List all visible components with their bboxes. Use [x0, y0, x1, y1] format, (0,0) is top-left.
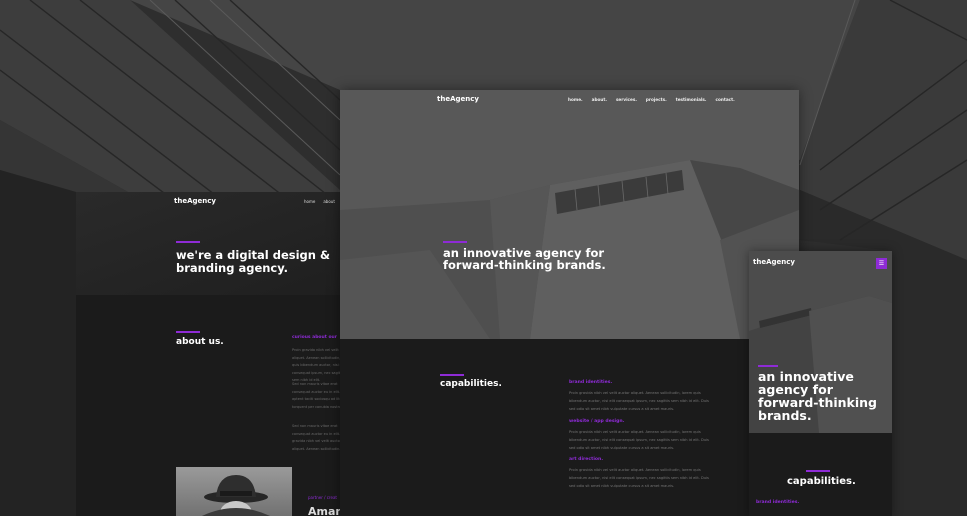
menu-icon[interactable]: ☰ [876, 258, 887, 269]
nav-home[interactable]: home [304, 199, 315, 204]
service-text: Proin gravida nibh vel velit auctor aliq… [569, 391, 709, 411]
nav-testimonials[interactable]: testimonials. [676, 97, 707, 102]
nav-services[interactable]: services. [616, 97, 637, 102]
service-title: art direction. [569, 457, 604, 462]
brand-logo[interactable]: theAgency [437, 95, 479, 103]
person-name: Amand [308, 505, 340, 516]
nav-home[interactable]: home. [568, 97, 583, 102]
building-illustration-icon [340, 160, 799, 339]
service-title: website / app design. [569, 419, 625, 424]
team-photo [176, 467, 292, 516]
nav-projects[interactable]: projects. [646, 97, 667, 102]
section-title: capabilities. [787, 476, 856, 487]
service-title: brand identities. [756, 500, 800, 505]
about-paragraph: Sed non mauris vitae erat consequat auct… [292, 424, 340, 451]
hero-section: theAgency home. about. services. project… [340, 90, 799, 339]
person-silhouette-icon [202, 475, 270, 516]
accent-bar [806, 470, 830, 472]
hero-heading: an innovative agency for forward-thinkin… [758, 369, 877, 423]
hero-heading: an innovative agency for forward-thinkin… [443, 246, 606, 272]
about-paragraph: Proin gravida nibh vel velit auctor aliq… [292, 348, 340, 382]
accent-bar [176, 241, 200, 243]
about-section: about us. curious about our Proin gravid… [76, 295, 340, 516]
about-subheading: curious about our [292, 335, 337, 340]
hero-section: theAgency ☰ an innovative agency for for… [749, 251, 892, 433]
nav-contact[interactable]: contact. [715, 97, 734, 102]
brand-logo[interactable]: theAgency [174, 197, 216, 205]
hero-section: theAgency home about we're a digital des… [76, 192, 340, 295]
service-item: brand identities. Proin gravida nibh vel… [569, 380, 709, 413]
service-text: Proin gravida nibh vel velit auctor aliq… [569, 430, 709, 450]
service-text: Proin gravida nibh vel velit auctor aliq… [569, 468, 709, 488]
mobile-mockup: theAgency ☰ an innovative agency for for… [749, 251, 892, 516]
accent-bar [176, 331, 200, 333]
nav-about[interactable]: about. [592, 97, 607, 102]
main-nav: home. about. services. projects. testimo… [568, 97, 735, 102]
hero-heading: we're a digital design & branding agency… [176, 248, 331, 275]
accent-bar [440, 374, 464, 376]
brand-logo[interactable]: theAgency [753, 258, 795, 266]
section-title: capabilities. [440, 379, 502, 389]
role-label: partner / creat [308, 495, 337, 500]
section-title: about us. [176, 337, 224, 347]
about-paragraph: Sed non mauris vitae erat consequat auct… [292, 382, 340, 409]
service-item: website / app design. Proin gravida nibh… [569, 419, 709, 452]
center-desktop-mockup: theAgency home. about. services. project… [340, 90, 799, 516]
accent-bar [443, 241, 467, 243]
nav-about[interactable]: about [323, 199, 335, 204]
service-item: art direction. Proin gravida nibh vel ve… [569, 457, 709, 490]
left-desktop-mockup: theAgency home about we're a digital des… [76, 192, 340, 516]
accent-bar [758, 365, 778, 367]
service-title: brand identities. [569, 380, 613, 385]
main-nav: home about [304, 199, 335, 204]
